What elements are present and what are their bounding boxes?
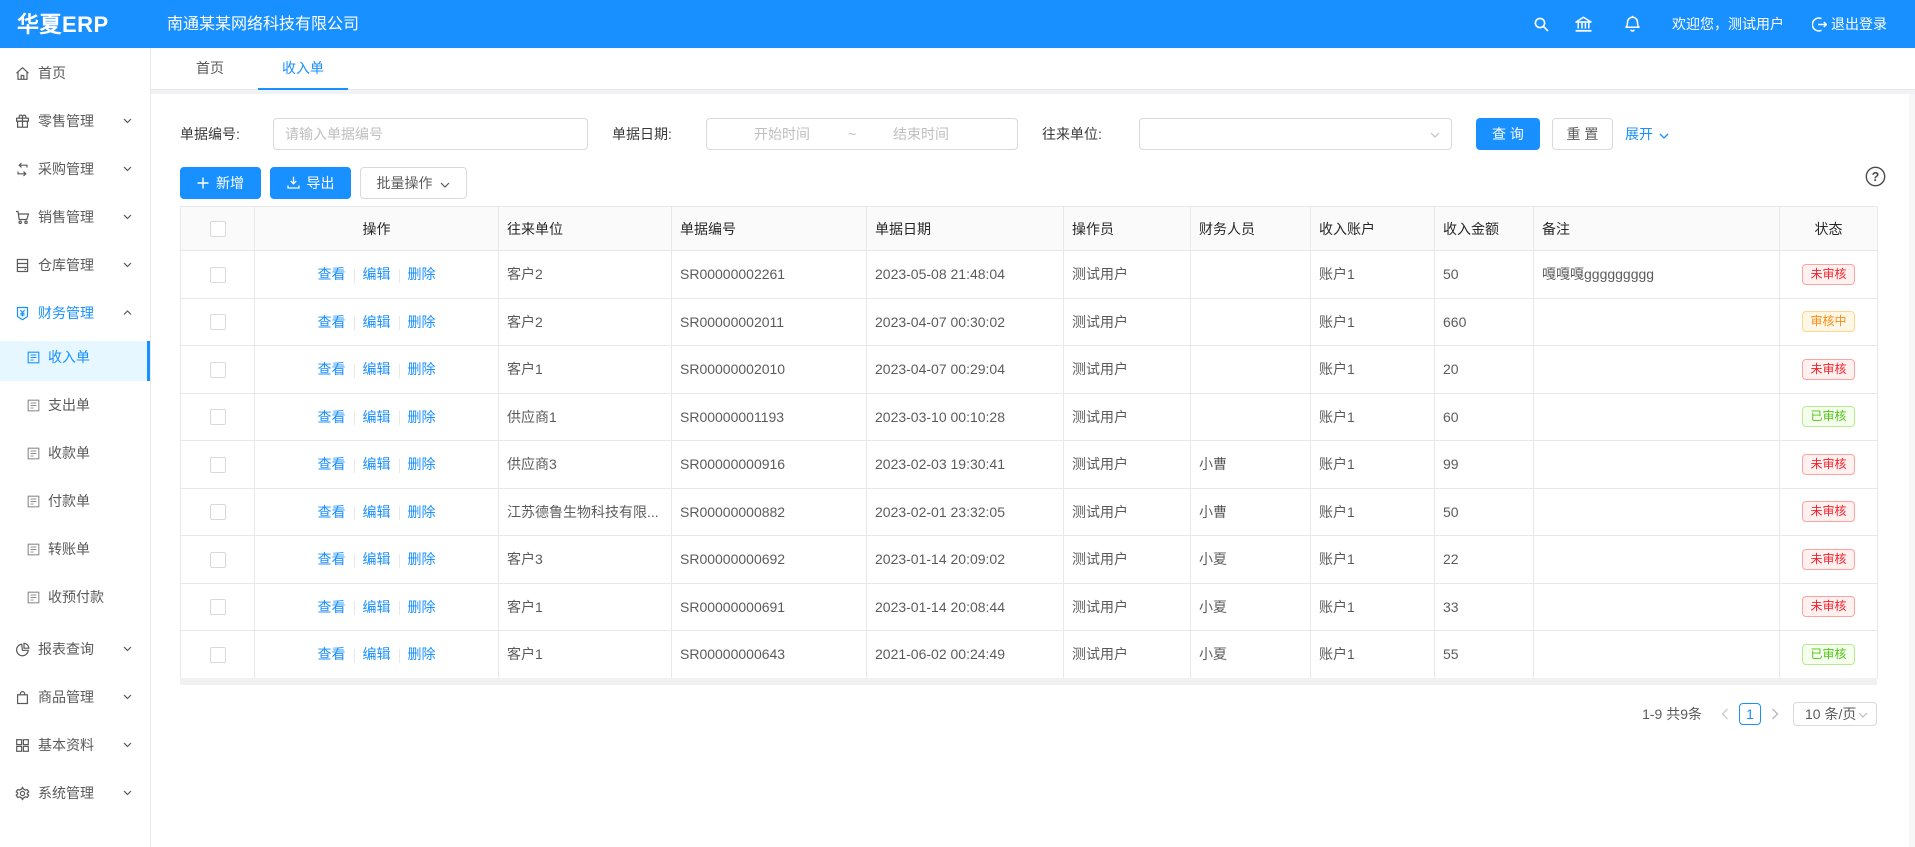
svg-text:?: ? — [1872, 170, 1880, 184]
